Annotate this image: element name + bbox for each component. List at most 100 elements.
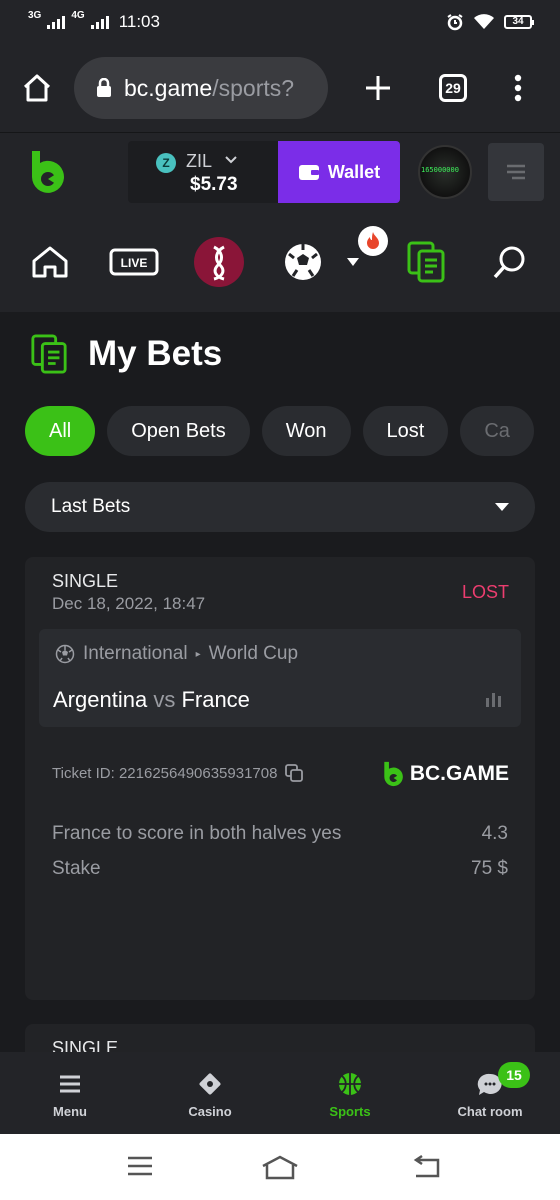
away-team: France — [181, 687, 250, 712]
alarm-icon — [447, 14, 463, 31]
vs-label: vs — [153, 687, 176, 712]
bcgame-logo — [384, 761, 403, 787]
selection-row: France to score in both halves yes 4.3 — [52, 823, 508, 845]
nav-search-button[interactable] — [490, 236, 530, 288]
url-path: /sports? — [212, 74, 295, 101]
caret-down-icon — [347, 258, 359, 266]
bottom-nav-casino-label: Casino — [188, 1104, 232, 1119]
zil-coin-icon: Z — [156, 153, 176, 173]
plus-icon — [366, 76, 390, 100]
url-bar[interactable]: bc.game/sports? — [74, 57, 328, 119]
match-teams: Argentina vs France — [53, 687, 250, 713]
match-box[interactable]: International ▸ World Cup Argentina vs F… — [39, 629, 521, 727]
hamburger-icon — [507, 164, 525, 180]
system-nav-bar — [0, 1134, 560, 1200]
bet-type: SINGLE — [52, 571, 119, 591]
wifi-icon — [474, 14, 494, 29]
select-value: Last Bets — [51, 496, 131, 517]
selection-odds: 4.3 — [481, 823, 508, 844]
new-tab-button[interactable] — [328, 75, 428, 101]
bottom-nav: Menu Casino Sports Chat room — [0, 1052, 560, 1134]
match-category: International — [83, 643, 188, 664]
system-back-icon[interactable] — [410, 1154, 442, 1180]
home-icon — [32, 246, 68, 278]
nav-mybets-button[interactable] — [404, 236, 448, 288]
live-icon: LIVE — [109, 248, 159, 276]
network-type-2: 4G — [71, 10, 85, 21]
tab-cashout[interactable]: Ca — [460, 406, 534, 456]
home-team: Argentina — [53, 687, 148, 712]
tab-all[interactable]: All — [25, 406, 96, 456]
bet-slip-icon — [31, 334, 67, 374]
brand-name: BC.GAME — [409, 762, 509, 785]
hamburger-icon — [60, 1075, 80, 1093]
bottom-nav-menu[interactable]: Menu — [0, 1052, 140, 1134]
hot-badge[interactable] — [358, 226, 388, 256]
bar-chart-icon — [486, 693, 501, 707]
stake-label: Stake — [52, 858, 101, 879]
wallet-icon — [298, 165, 319, 180]
brand-mark: BC.GAME — [382, 760, 509, 788]
bet-status: LOST — [461, 582, 509, 602]
basketball-icon — [339, 1073, 361, 1095]
tab-open-bets[interactable]: Open Bets — [107, 406, 250, 456]
match-league-name: World Cup — [208, 643, 299, 664]
more-vertical-icon — [514, 74, 522, 102]
soccer-ball-icon — [55, 644, 75, 664]
soccer-ball-icon — [285, 244, 321, 280]
header-menu-button[interactable] — [488, 143, 544, 201]
bottom-nav-menu-label: Menu — [53, 1104, 87, 1119]
browser-menu-button[interactable] — [478, 74, 558, 102]
nav-worldcup-button[interactable] — [194, 236, 244, 288]
nav-live-button[interactable]: LIVE — [108, 236, 160, 288]
bet-card[interactable]: SINGLE Dec 18, 2022, 18:47 LOST Internat… — [25, 557, 535, 1000]
site-header: Z ZIL $5.73 Wallet 165000000 — [0, 132, 560, 212]
browser-toolbar: bc.game/sports? 29 — [0, 44, 560, 132]
svg-text:LIVE: LIVE — [121, 256, 148, 270]
bottom-nav-sports[interactable]: Sports — [280, 1052, 420, 1134]
tab-switcher-button[interactable]: 29 — [428, 74, 478, 102]
tab-lost[interactable]: Lost — [362, 406, 449, 456]
signal-icon — [47, 15, 66, 29]
casino-chip-icon — [199, 1073, 221, 1095]
avatar-text: 165000000 — [421, 166, 459, 174]
sports-nav: LIVE — [0, 212, 560, 312]
tab-count: 29 — [439, 74, 467, 102]
avatar[interactable]: 165000000 — [418, 145, 472, 199]
fire-icon — [367, 232, 379, 249]
breadcrumb-arrow-icon: ▸ — [195, 648, 201, 660]
wallet-button[interactable]: Wallet — [278, 141, 400, 203]
bet-slip-icon — [407, 241, 445, 283]
currency-selector[interactable]: Z ZIL $5.73 — [128, 141, 278, 203]
chat-unread-badge: 15 — [498, 1062, 530, 1088]
browser-home-button[interactable] — [0, 73, 74, 103]
selection-label: France to score in both halves yes — [52, 823, 342, 844]
search-icon — [493, 246, 525, 279]
nav-home-button[interactable] — [30, 236, 70, 288]
nav-soccer-button[interactable] — [282, 236, 324, 288]
recent-apps-icon[interactable] — [126, 1154, 154, 1178]
bottom-nav-casino[interactable]: Casino — [140, 1052, 280, 1134]
stake-value: 75 $ — [471, 858, 508, 879]
url-host: bc.game — [124, 74, 213, 101]
system-home-icon[interactable] — [260, 1154, 300, 1180]
match-league: International ▸ World Cup — [55, 643, 298, 665]
balance-amount: $5.73 — [190, 174, 238, 195]
page-header: My Bets — [30, 332, 222, 376]
network-type-1: 3G — [28, 10, 42, 21]
world-cup-icon — [194, 237, 244, 287]
bottom-nav-sports-label: Sports — [329, 1104, 371, 1119]
stats-button[interactable] — [485, 691, 503, 712]
stake-row: Stake 75 $ — [52, 858, 508, 880]
tab-won[interactable]: Won — [261, 406, 351, 456]
bets-period-select[interactable]: Last Bets — [25, 482, 535, 532]
copy-icon[interactable] — [285, 764, 304, 782]
clock: 11:03 — [118, 12, 160, 31]
chevron-down-icon — [225, 156, 237, 164]
bottom-nav-chat-label: Chat room — [457, 1104, 523, 1119]
bcgame-logo[interactable] — [28, 149, 66, 195]
signal-icon-2 — [90, 15, 109, 29]
status-bar: 3G 4G 11:03 34 — [0, 0, 560, 44]
bottom-nav-chat[interactable]: Chat room — [420, 1052, 560, 1134]
wallet-label: Wallet — [327, 161, 381, 182]
